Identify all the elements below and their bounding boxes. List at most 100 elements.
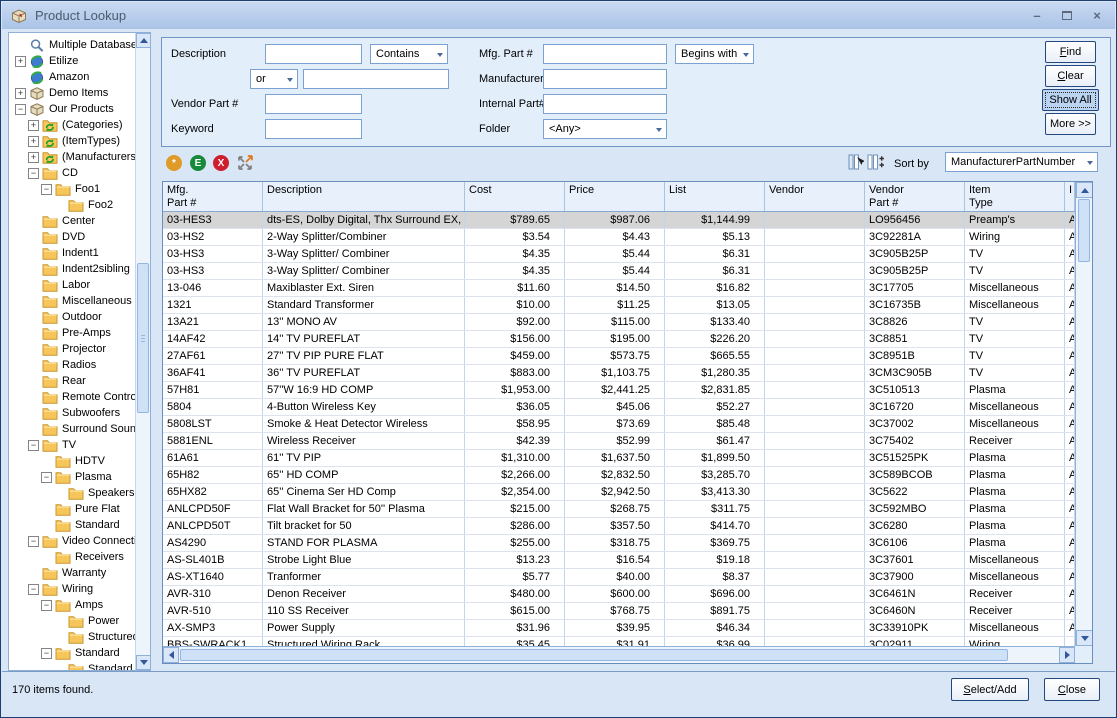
- maximize-icon[interactable]: [1059, 8, 1075, 24]
- column-header-vendor[interactable]: Vendor: [765, 182, 865, 211]
- tree-scroll-up-icon[interactable]: [136, 33, 151, 48]
- tree-item-pure-flat[interactable]: Pure Flat: [9, 501, 135, 517]
- tree-item-standard[interactable]: Standard: [9, 517, 135, 533]
- table-scroll-down-icon[interactable]: [1076, 630, 1093, 646]
- tree-item-center[interactable]: Center: [9, 213, 135, 229]
- tree-scrollbar-thumb[interactable]: [137, 263, 149, 413]
- tree-item-receivers[interactable]: Receivers: [9, 549, 135, 565]
- collapse-icon[interactable]: −: [28, 536, 39, 547]
- tree-item-amazon[interactable]: Amazon: [9, 69, 135, 85]
- expand-icon[interactable]: +: [28, 136, 39, 147]
- tree-item-foo1[interactable]: −Foo1: [9, 181, 135, 197]
- collapse-arrows-icon[interactable]: [236, 154, 254, 172]
- table-vscrollbar-thumb[interactable]: [1078, 199, 1090, 262]
- close-icon[interactable]: ×: [1089, 8, 1105, 24]
- table-row[interactable]: 13-046Maxiblaster Ext. Siren$11.60$14.50…: [163, 280, 1075, 297]
- table-vscrollbar[interactable]: [1075, 182, 1092, 646]
- tree-item-power[interactable]: Power: [9, 613, 135, 629]
- description-or-input[interactable]: [303, 69, 449, 89]
- table-row[interactable]: 13A2113'' MONO AV$92.00$115.00$133.403C8…: [163, 314, 1075, 331]
- tree-item-plasma[interactable]: −Plasma: [9, 469, 135, 485]
- table-row[interactable]: BBS-SWRACK1Structured Wiring Rack$35.45$…: [163, 637, 1075, 646]
- table-scroll-up-icon[interactable]: [1076, 182, 1093, 198]
- tree-item-warranty[interactable]: Warranty: [9, 565, 135, 581]
- or-combo[interactable]: or: [250, 69, 298, 89]
- tree-item-indent2sibling[interactable]: Indent2sibling: [9, 261, 135, 277]
- tree-item-standard[interactable]: −Standard: [9, 645, 135, 661]
- folder-combo[interactable]: <Any>: [543, 119, 667, 139]
- table-row[interactable]: 61A6161'' TV PIP$1,310.00$1,637.50$1,899…: [163, 450, 1075, 467]
- tree-item-wiring[interactable]: −Wiring: [9, 581, 135, 597]
- tree-item-miscellaneous[interactable]: Miscellaneous: [9, 293, 135, 309]
- expand-icon[interactable]: +: [28, 152, 39, 163]
- table-row[interactable]: AX-SMP3Power Supply$31.96$39.95$46.343C3…: [163, 620, 1075, 637]
- tree-item-dvd[interactable]: DVD: [9, 229, 135, 245]
- tree-item-structured-w[interactable]: Structured W: [9, 629, 135, 645]
- tree-scrollbar[interactable]: [135, 33, 150, 670]
- manufacturer-input[interactable]: [543, 69, 667, 89]
- table-hscrollbar-thumb[interactable]: [180, 649, 1008, 661]
- collapse-icon[interactable]: −: [41, 600, 52, 611]
- column-header-list[interactable]: List: [665, 182, 765, 211]
- field-chooser-icon[interactable]: [867, 153, 885, 171]
- description-input[interactable]: [265, 44, 362, 64]
- table-row[interactable]: 5881ENLWireless Receiver$42.39$52.99$61.…: [163, 433, 1075, 450]
- collapse-icon[interactable]: −: [41, 648, 52, 659]
- internal-part-input[interactable]: [543, 94, 667, 114]
- table-scroll-right-icon[interactable]: [1059, 647, 1075, 663]
- tree-item-speakers[interactable]: Speakers: [9, 485, 135, 501]
- collapse-icon[interactable]: −: [28, 584, 39, 595]
- table-row[interactable]: 03-HES3dts-ES, Dolby Digital, Thx Surrou…: [163, 212, 1075, 229]
- etilize-e-icon[interactable]: E: [190, 155, 206, 171]
- column-header-vendor_part[interactable]: Vendor Part #: [865, 182, 965, 211]
- collapse-icon[interactable]: −: [41, 184, 52, 195]
- tree-scroll-down-icon[interactable]: [136, 655, 151, 670]
- table-row[interactable]: 5808LSTSmoke & Heat Detector Wireless$58…: [163, 416, 1075, 433]
- table-row[interactable]: AS-SL401BStrobe Light Blue$13.23$16.54$1…: [163, 552, 1075, 569]
- tree-item-subwoofers[interactable]: Subwoofers: [9, 405, 135, 421]
- table-row[interactable]: AS-XT1640Tranformer$5.77$40.00$8.373C379…: [163, 569, 1075, 586]
- tree-item-our-products[interactable]: −Our Products: [9, 101, 135, 117]
- column-header-price[interactable]: Price: [565, 182, 665, 211]
- table-row[interactable]: 65HX8265'' Cinema Ser HD Comp$2,354.00$2…: [163, 484, 1075, 501]
- column-header-desc[interactable]: Description: [263, 182, 465, 211]
- table-row[interactable]: AVR-510110 SS Receiver$615.00$768.75$891…: [163, 603, 1075, 620]
- column-header-cost[interactable]: Cost: [465, 182, 565, 211]
- find-button[interactable]: Find: [1045, 41, 1096, 63]
- tree-item-remote-controls[interactable]: Remote Controls: [9, 389, 135, 405]
- select-add-button[interactable]: Select/Add: [951, 678, 1029, 701]
- tree-item-itemtypes[interactable]: +(ItemTypes): [9, 133, 135, 149]
- table-row[interactable]: ANLCPD50FFlat Wall Bracket for 50'' Plas…: [163, 501, 1075, 518]
- show-all-button[interactable]: Show All: [1042, 89, 1099, 111]
- tree-item-pre-amps[interactable]: Pre-Amps: [9, 325, 135, 341]
- tree-item-categories[interactable]: +(Categories): [9, 117, 135, 133]
- collapse-icon[interactable]: −: [28, 440, 39, 451]
- tree-item-radios[interactable]: Radios: [9, 357, 135, 373]
- tree-item-cd[interactable]: −CD: [9, 165, 135, 181]
- column-header-extra[interactable]: I: [1065, 182, 1075, 211]
- expand-icon[interactable]: +: [28, 120, 39, 131]
- tree-item-tv[interactable]: −TV: [9, 437, 135, 453]
- collapse-icon[interactable]: −: [15, 104, 26, 115]
- table-row[interactable]: 1321Standard Transformer$10.00$11.25$13.…: [163, 297, 1075, 314]
- tree-item-multiple-database-s[interactable]: Multiple Database S: [9, 37, 135, 53]
- tree-item-foo2[interactable]: Foo2: [9, 197, 135, 213]
- keyword-input[interactable]: [265, 119, 362, 139]
- tree-item-indent1[interactable]: Indent1: [9, 245, 135, 261]
- description-match-combo[interactable]: Contains: [370, 44, 448, 64]
- table-row[interactable]: 03-HS33-Way Splitter/ Combiner$4.35$5.44…: [163, 246, 1075, 263]
- table-row[interactable]: 03-HS22-Way Splitter/Combiner$3.54$4.43$…: [163, 229, 1075, 246]
- close-button[interactable]: Close: [1044, 678, 1100, 701]
- column-header-mfg[interactable]: Mfg. Part #: [163, 182, 263, 211]
- more-button[interactable]: More >>: [1045, 113, 1096, 135]
- expand-icon[interactable]: +: [15, 88, 26, 99]
- tree-item-outdoor[interactable]: Outdoor: [9, 309, 135, 325]
- hide-columns-icon[interactable]: [848, 153, 864, 171]
- tree-item-hdtv[interactable]: HDTV: [9, 453, 135, 469]
- table-row[interactable]: 65H8265'' HD COMP$2,266.00$2,832.50$3,28…: [163, 467, 1075, 484]
- collapse-icon[interactable]: −: [41, 472, 52, 483]
- tree-item-projector[interactable]: Projector: [9, 341, 135, 357]
- tree-item-labor[interactable]: Labor: [9, 277, 135, 293]
- tree-item-etilize[interactable]: +Etilize: [9, 53, 135, 69]
- table-row[interactable]: 27AF6127'' TV PIP PURE FLAT$459.00$573.7…: [163, 348, 1075, 365]
